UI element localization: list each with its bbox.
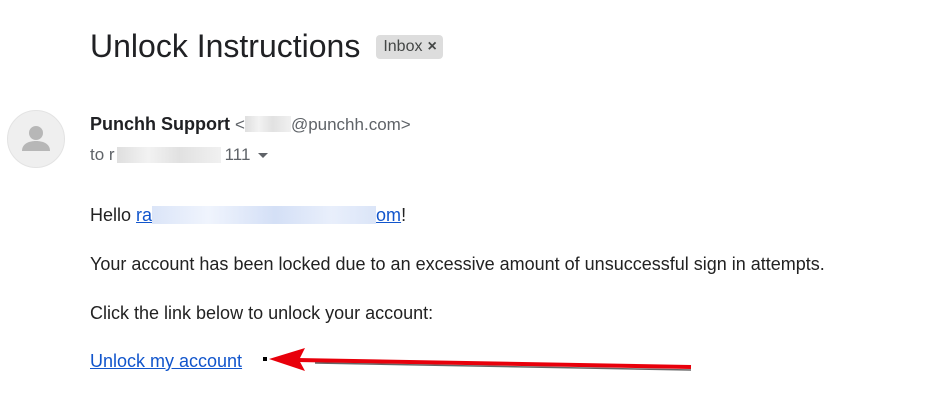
person-icon — [22, 126, 50, 151]
remove-label-icon[interactable]: × — [427, 38, 436, 56]
recipient-line: to r 111 — [90, 144, 269, 166]
sender-name[interactable]: Punchh Support — [90, 114, 230, 134]
greeting-suffix: ! — [401, 205, 407, 225]
sender-email-prefix: < — [235, 115, 245, 134]
red-arrow-annotation — [263, 348, 692, 371]
recipient-tail: 111 — [224, 145, 251, 164]
sender-email: < @punchh.com> — [235, 115, 411, 134]
inbox-label-chip[interactable]: Inbox × — [376, 35, 443, 59]
redacted-greeting-email — [152, 206, 377, 224]
redacted-email-user — [244, 116, 291, 132]
caret-down-icon[interactable] — [258, 152, 269, 158]
greeting-prefix: Hello — [90, 205, 137, 225]
greeting-line: Hello ra om! — [90, 204, 406, 226]
sender-email-domain: @punchh.com> — [290, 115, 411, 134]
inbox-label-text: Inbox — [383, 38, 423, 55]
greeting-link-start: ra — [136, 205, 153, 225]
sender-avatar — [7, 110, 65, 168]
unlock-link-line: Unlock my account — [90, 350, 242, 372]
sender-line: Punchh Support < @punchh.com> — [90, 113, 411, 136]
greeting-link-end: om — [376, 205, 402, 225]
body-paragraph-instructions: Click the link below to unlock your acco… — [90, 303, 434, 323]
email-subject: Unlock Instructions — [90, 28, 361, 64]
redacted-recipient — [116, 147, 221, 163]
subject-row: Unlock Instructions Inbox × — [90, 26, 443, 66]
body-paragraph-locked: Your account has been locked due to an e… — [90, 254, 825, 274]
greeting-email-link[interactable]: ra om — [136, 205, 401, 225]
recipient-to-label: to r — [90, 145, 115, 164]
unlock-account-link[interactable]: Unlock my account — [90, 351, 242, 371]
arrow-tail-mark — [263, 357, 267, 361]
